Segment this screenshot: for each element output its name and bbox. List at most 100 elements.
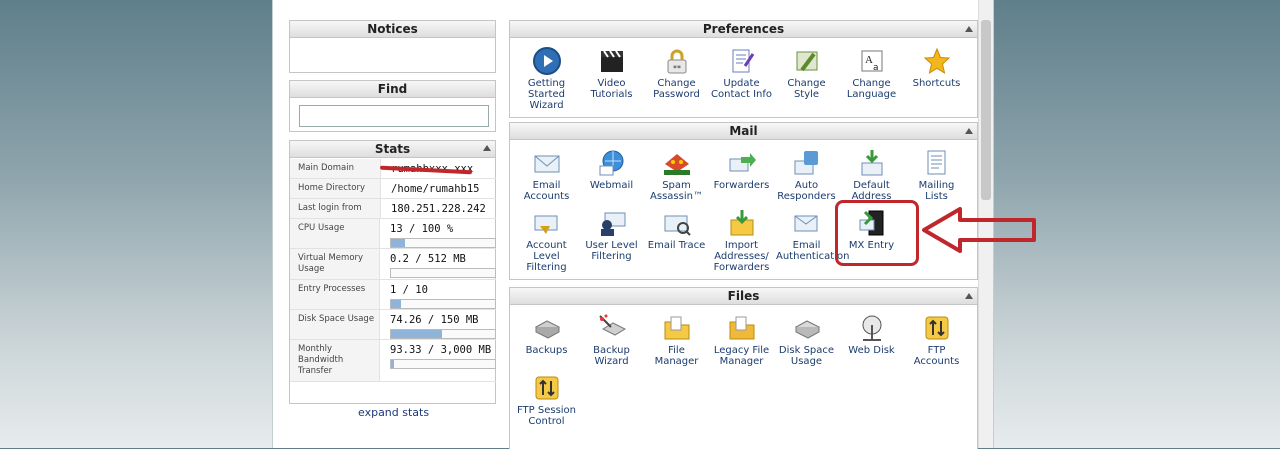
preferences-item-change-language[interactable]: AaChange Language <box>839 44 904 111</box>
mail-header[interactable]: Mail <box>510 123 977 140</box>
stats-box: Stats Main Domainrumahbxxx.xxxHome Direc… <box>289 140 496 404</box>
ftp-icon <box>922 313 952 343</box>
mail-item-default-address[interactable]: Default Address <box>839 146 904 202</box>
files-item-label: FTP Session Control <box>514 405 579 427</box>
preferences-item-label: Video Tutorials <box>579 78 644 100</box>
preferences-item-update-contact-info[interactable]: Update Contact Info <box>709 44 774 111</box>
clapper-icon <box>597 46 627 76</box>
preferences-item-video-tutorials[interactable]: Video Tutorials <box>579 44 644 111</box>
files-item-label: File Manager <box>644 345 709 367</box>
usage-bar <box>390 238 496 248</box>
forward-icon <box>727 148 757 178</box>
preferences-item-label: Update Contact Info <box>709 78 774 100</box>
mail-item-user-level-filtering[interactable]: User Level Filtering <box>579 206 644 273</box>
stats-row: Home Directory/home/rumahb15 <box>290 179 496 199</box>
files-item-legacy-file-manager[interactable]: Legacy File Manager <box>709 311 774 367</box>
mail-item-mailing-lists[interactable]: Mailing Lists <box>904 146 969 202</box>
stats-value: 180.251.228.242 <box>381 199 496 218</box>
mailing-list-icon <box>922 148 952 178</box>
svg-text:**: ** <box>673 64 681 73</box>
auth-icon <box>792 208 822 238</box>
files-item-backup-wizard[interactable]: Backup Wizard <box>579 311 644 367</box>
files-item-backups[interactable]: Backups <box>514 311 579 367</box>
mail-item-spam-assassin[interactable]: Spam Assassin™ <box>644 146 709 202</box>
preferences-item-getting-started-wizard[interactable]: Getting Started Wizard <box>514 44 579 111</box>
stats-value: 0.2 / 512 MB <box>380 249 496 279</box>
stats-value: 93.33 / 3,000 MB <box>380 340 496 381</box>
preferences-item-change-password[interactable]: ** Change Password <box>644 44 709 111</box>
expand-stats-link[interactable]: expand stats <box>358 406 429 419</box>
stats-row: Monthly Bandwidth Transfer93.33 / 3,000 … <box>290 340 496 382</box>
files-item-label: FTP Accounts <box>904 345 969 367</box>
mail-item-label: Forwarders <box>709 180 774 191</box>
spamassassin-icon <box>662 148 692 178</box>
mail-item-label: Spam Assassin™ <box>644 180 709 202</box>
stats-value: 13 / 100 % <box>380 219 496 248</box>
import-icon <box>727 208 757 238</box>
files-item-file-manager[interactable]: File Manager <box>644 311 709 367</box>
stats-header[interactable]: Stats <box>290 141 495 158</box>
mail-item-account-level-filtering[interactable]: Account Level Filtering <box>514 206 579 273</box>
stats-value-text: 93.33 / 3,000 MB <box>390 344 496 356</box>
style-icon <box>792 46 822 76</box>
files-item-web-disk[interactable]: Web Disk <box>839 311 904 367</box>
usage-bar-fill <box>391 239 405 247</box>
preferences-item-label: Change Style <box>774 78 839 100</box>
mail-item-auto-responders[interactable]: Auto Responders <box>774 146 839 202</box>
stats-label: Entry Processes <box>290 280 380 309</box>
backup-icon <box>532 313 562 343</box>
stats-value: /home/rumahb15 <box>381 179 496 198</box>
mail-item-webmail[interactable]: Webmail <box>579 146 644 202</box>
star-icon <box>922 46 952 76</box>
files-title: Files <box>728 289 760 303</box>
preferences-item-shortcuts[interactable]: Shortcuts <box>904 44 969 111</box>
mail-title: Mail <box>729 124 757 138</box>
preferences-grid: Getting Started WizardVideo Tutorials ** C… <box>510 38 977 115</box>
stats-value-text: 13 / 100 % <box>390 223 496 235</box>
mail-item-email-trace[interactable]: Email Trace <box>644 206 709 273</box>
files-item-label: Web Disk <box>839 345 904 356</box>
preferences-item-label: Change Language <box>839 78 904 100</box>
files-item-ftp-accounts[interactable]: FTP Accounts <box>904 311 969 367</box>
mail-item-forwarders[interactable]: Forwarders <box>709 146 774 202</box>
scrollbar-thumb[interactable] <box>981 20 991 200</box>
stats-label: Disk Space Usage <box>290 310 380 339</box>
usage-bar-fill <box>391 300 401 308</box>
files-item-ftp-session-control[interactable]: FTP Session Control <box>514 371 579 427</box>
collapse-arrow-icon[interactable] <box>965 26 973 32</box>
mail-item-label: Email Authentication <box>774 240 839 262</box>
mail-item-email-authentication[interactable]: Email Authentication <box>774 206 839 273</box>
files-grid: BackupsBackup WizardFile ManagerLegacy F… <box>510 305 977 431</box>
stats-label: Virtual Memory Usage <box>290 249 380 279</box>
preferences-item-label: Change Password <box>644 78 709 100</box>
password-icon: ** <box>662 46 692 76</box>
files-panel: Files BackupsBackup WizardFile ManagerLe… <box>509 287 978 449</box>
mail-item-label: Webmail <box>579 180 644 191</box>
collapse-arrow-icon[interactable] <box>965 293 973 299</box>
preferences-item-change-style[interactable]: Change Style <box>774 44 839 111</box>
files-header[interactable]: Files <box>510 288 977 305</box>
preferences-header[interactable]: Preferences <box>510 21 977 38</box>
user-filter-icon <box>597 208 627 238</box>
usage-bar <box>390 329 496 339</box>
preferences-title: Preferences <box>703 22 784 36</box>
stats-row: Virtual Memory Usage0.2 / 512 MB <box>290 249 496 280</box>
preferences-item-label: Shortcuts <box>904 78 969 89</box>
stats-value-text: 74.26 / 150 MB <box>390 314 496 326</box>
files-item-disk-space-usage[interactable]: Disk Space Usage <box>774 311 839 367</box>
mail-item-import-addresses-forwarders[interactable]: Import Addresses/ Forwarders <box>709 206 774 273</box>
files-item-label: Disk Space Usage <box>774 345 839 367</box>
stats-row: Last login from180.251.228.242 <box>290 199 496 219</box>
find-input[interactable] <box>299 105 489 127</box>
mail-item-email-accounts[interactable]: Email Accounts <box>514 146 579 202</box>
collapse-arrow-icon[interactable] <box>965 128 973 134</box>
mail-item-label: Mailing Lists <box>904 180 969 202</box>
stats-title: Stats <box>375 142 410 156</box>
stats-value-text: 180.251.228.242 <box>391 203 496 215</box>
stats-row: Entry Processes1 / 10 <box>290 280 496 310</box>
collapse-arrow-icon[interactable] <box>483 145 491 151</box>
mail-item-label: Email Trace <box>644 240 709 251</box>
usage-bar-fill <box>391 360 394 368</box>
find-box: Find <box>289 80 496 132</box>
stats-value-text: /home/rumahb15 <box>391 183 496 195</box>
